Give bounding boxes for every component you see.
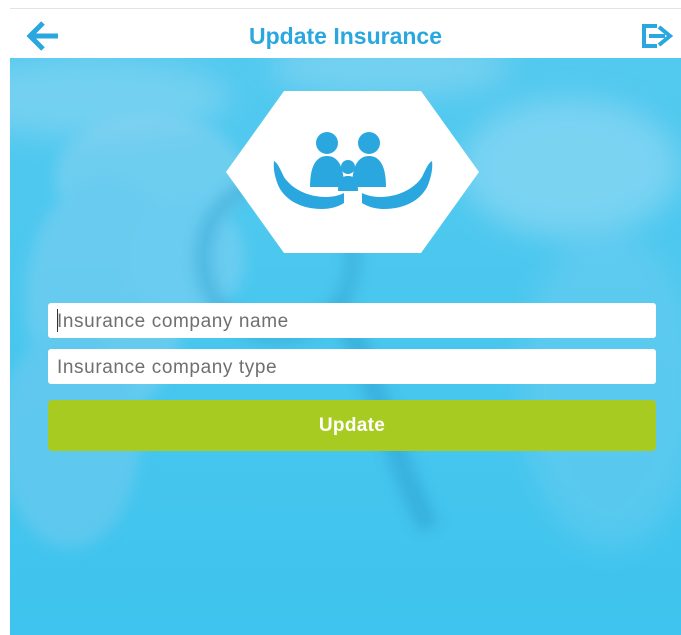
app-screen: Update Insurance Insurance company name … — [0, 0, 681, 635]
insurance-logo — [226, 91, 479, 253]
text-cursor — [57, 309, 58, 332]
logout-icon — [642, 24, 674, 48]
insurance-company-type-field[interactable] — [48, 349, 656, 384]
update-button[interactable]: Update — [48, 400, 656, 451]
insurance-company-name-field[interactable] — [48, 303, 656, 338]
page-title: Update Insurance — [249, 23, 442, 49]
family-insurance-hands-icon — [226, 91, 479, 253]
app-header: Update Insurance — [10, 8, 681, 59]
hero-panel: Update — [10, 58, 681, 635]
logout-button[interactable] — [637, 19, 677, 53]
